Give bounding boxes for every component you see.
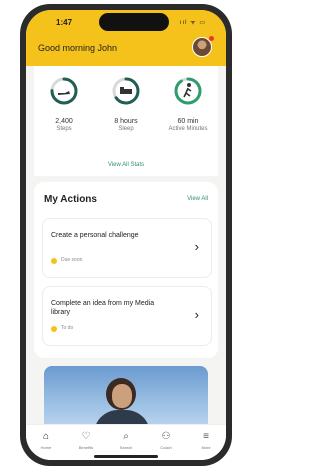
shoe-icon <box>50 77 78 105</box>
bottom-tab-bar: ⌂ Home ♡ Benefits ⌕ Search ⚇ Coach ≡ Mor… <box>26 424 226 460</box>
view-all-stats-link[interactable]: View All Stats <box>34 162 218 168</box>
tab-home[interactable]: ⌂ Home <box>28 431 64 450</box>
tab-label: More <box>201 445 211 450</box>
action-meta: Due soon <box>61 257 83 263</box>
tab-coach[interactable]: ⚇ Coach <box>148 431 184 450</box>
status-dot-icon <box>51 326 57 332</box>
home-indicator <box>94 455 158 458</box>
stat-value: 8 hours <box>114 118 138 125</box>
search-icon: ⌕ <box>123 431 129 442</box>
camera-notch <box>99 13 169 31</box>
action-title: Create a personal challenge <box>51 232 139 239</box>
stat-active-minutes[interactable]: 60 min Active Minutes <box>162 76 214 133</box>
app-screen: 1:47 ııl ᯤ ▭ Good morning John 2,400 Ste… <box>26 10 226 460</box>
section-title: My Actions <box>44 194 97 205</box>
view-all-actions-link[interactable]: View All <box>187 196 208 202</box>
person-face <box>112 384 132 408</box>
status-dot-icon <box>51 258 57 264</box>
tab-label: Home <box>40 445 52 450</box>
stat-unit: Sleep <box>118 126 134 132</box>
status-icons: ııl ᯤ ▭ <box>179 20 206 26</box>
header: 1:47 ııl ᯤ ▭ Good morning John <box>26 10 226 66</box>
action-meta: To do <box>61 325 74 331</box>
action-title: Complete an idea from my Media library <box>51 300 155 316</box>
tab-label: Search <box>119 445 133 450</box>
my-actions-card: My Actions View All Create a personal ch… <box>34 182 218 358</box>
tab-benefits[interactable]: ♡ Benefits <box>68 431 104 450</box>
walk-icon <box>174 77 202 105</box>
status-time: 1:47 <box>56 18 73 27</box>
tab-label: Coach <box>160 445 172 450</box>
stats-panel: 2,400 Steps 8 hours Sleep 60 min Active … <box>34 66 218 176</box>
tab-more[interactable]: ≡ More <box>188 431 224 450</box>
stat-unit: Steps <box>56 126 72 132</box>
stat-sleep[interactable]: 8 hours Sleep <box>100 76 152 133</box>
bed-icon <box>112 77 140 105</box>
tab-label: Benefits <box>78 445 94 450</box>
home-icon: ⌂ <box>42 431 50 442</box>
person-icon: ⚇ <box>161 431 171 442</box>
action-item[interactable]: Create a personal challenge Due soon › <box>42 218 212 278</box>
stat-steps[interactable]: 2,400 Steps <box>38 76 90 133</box>
stat-value: 60 min <box>177 118 199 125</box>
stat-value: 2,400 <box>55 118 73 125</box>
greeting-text: Good morning John <box>38 43 118 53</box>
stat-unit: Active Minutes <box>168 126 208 132</box>
heart-icon: ♡ <box>81 431 91 442</box>
chevron-right-icon: › <box>194 307 199 322</box>
tab-search[interactable]: ⌕ Search <box>108 431 144 450</box>
notification-dot <box>209 36 214 41</box>
chevron-right-icon: › <box>194 239 199 254</box>
action-item[interactable]: Complete an idea from my Media library T… <box>42 286 212 346</box>
menu-icon: ≡ <box>203 431 209 442</box>
